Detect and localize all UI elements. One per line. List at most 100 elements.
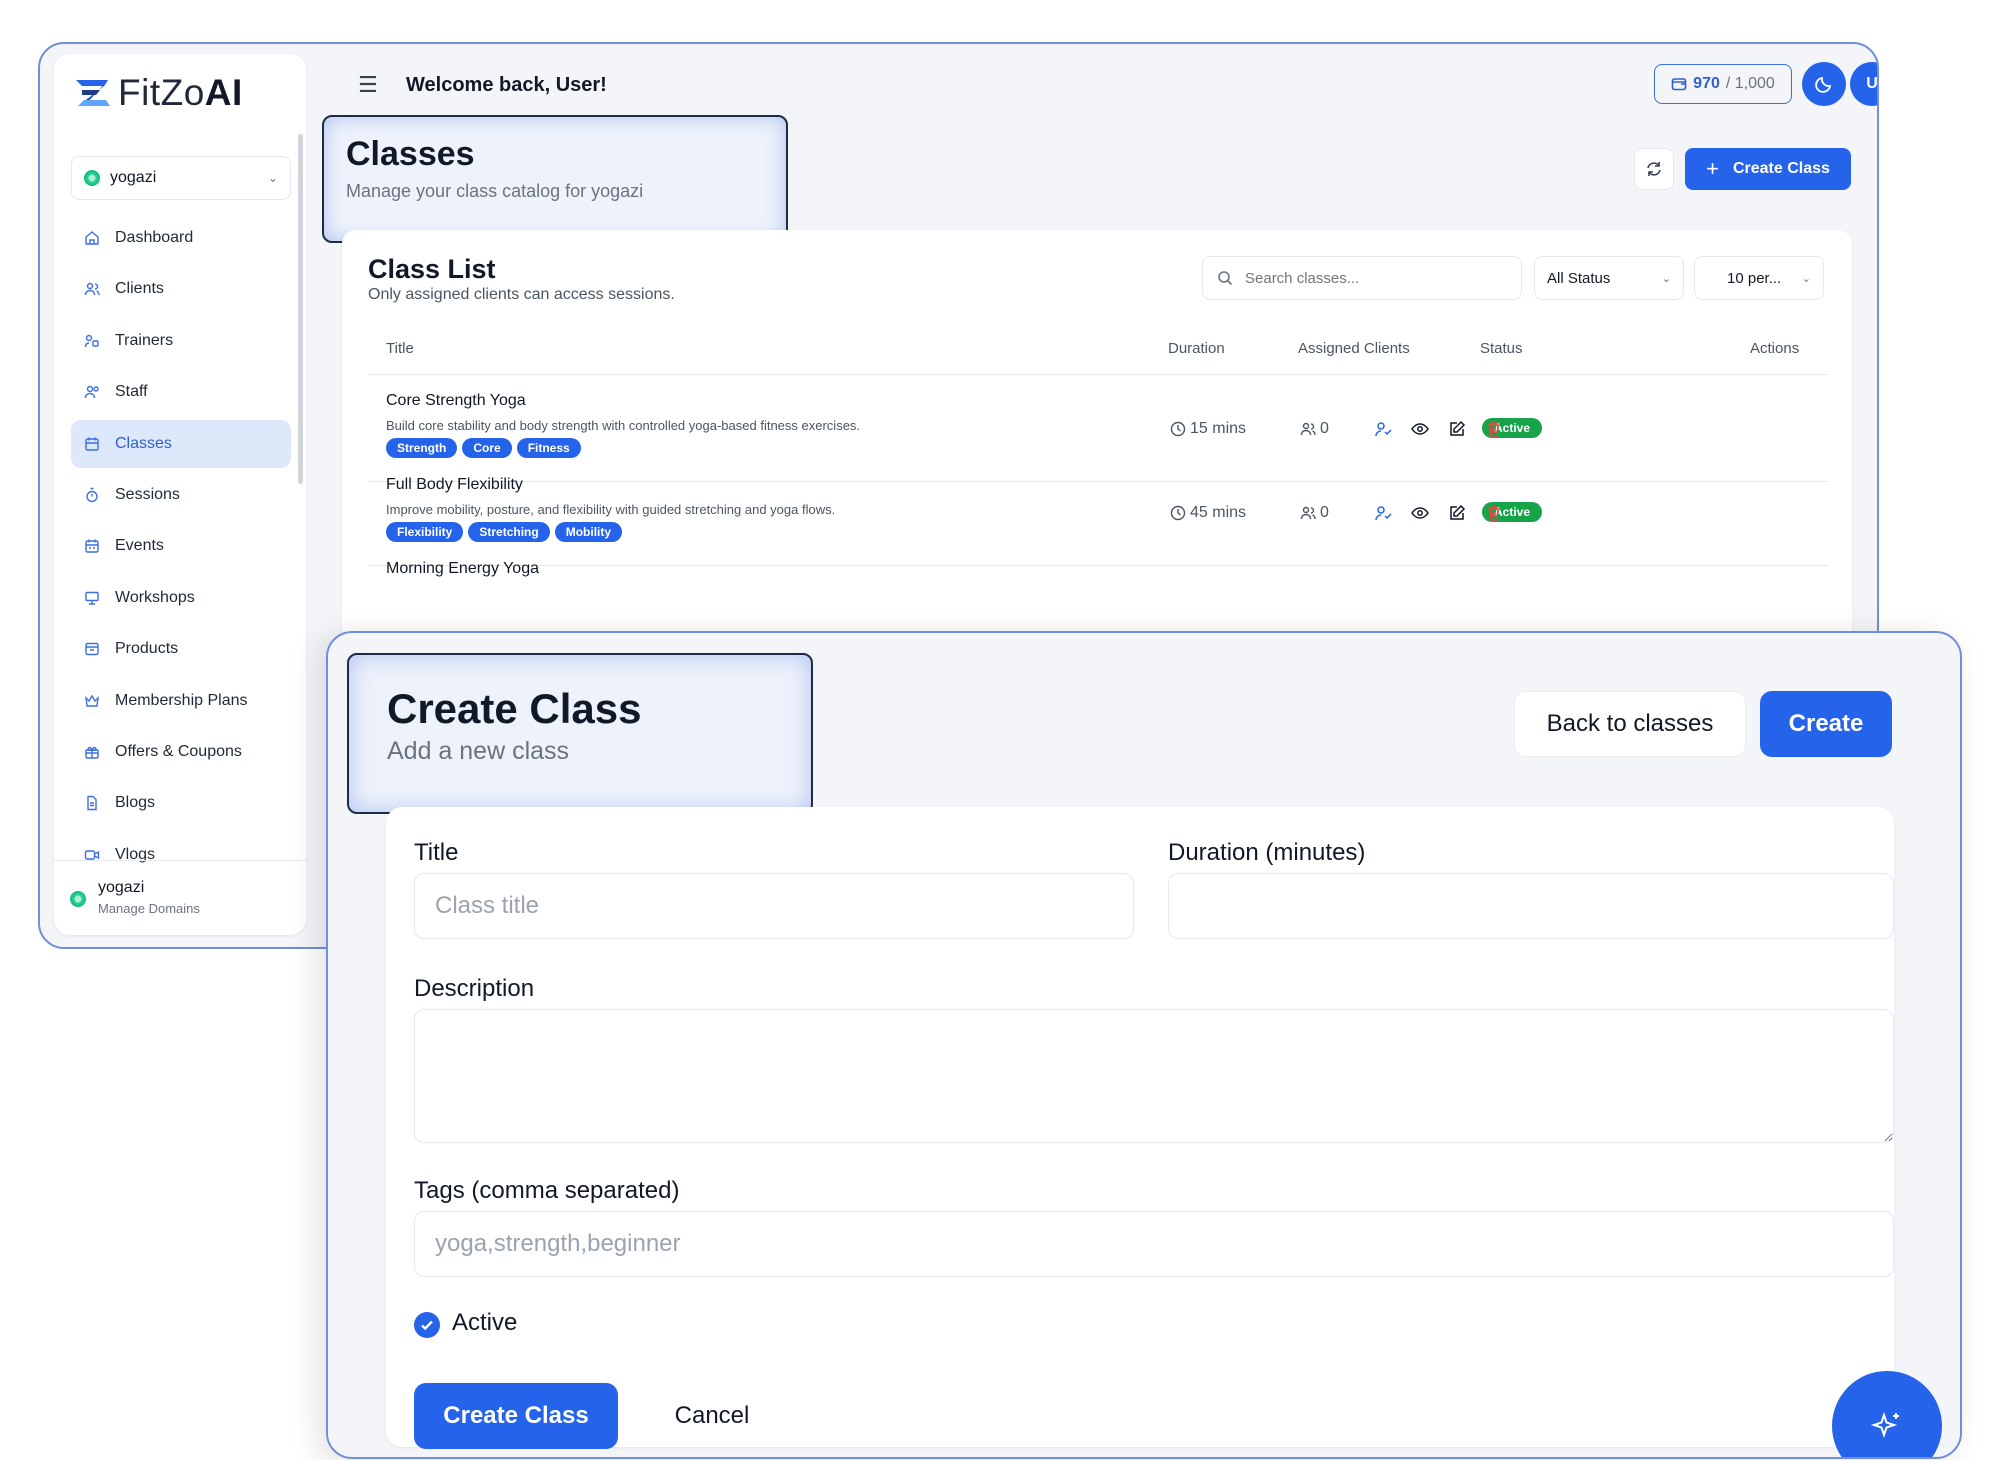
sidebar-item-label: Staff	[115, 383, 148, 401]
tenant-name: yogazi	[110, 169, 157, 186]
sidebar-item-dashboard[interactable]: Dashboard	[71, 214, 291, 262]
eye-button[interactable]	[1409, 418, 1431, 440]
sidebar-item-blogs[interactable]: Blogs	[71, 779, 291, 827]
duration-input[interactable]	[1168, 873, 1894, 939]
tenant-select[interactable]: yogazi ⌄	[71, 156, 291, 200]
class-tags: Strength Core Fitness	[386, 438, 581, 458]
refresh-button[interactable]	[1634, 148, 1674, 190]
user-avatar[interactable]: U	[1850, 62, 1877, 106]
calendar-icon	[83, 435, 101, 453]
edit-button[interactable]	[1446, 502, 1468, 524]
logo-text: FitZoAI	[118, 72, 243, 113]
menu-icon[interactable]: ☰	[358, 72, 378, 98]
create-class-title: Create Class	[387, 685, 642, 732]
class-tags: Flexibility Stretching Mobility	[386, 522, 623, 542]
assign-client-button[interactable]	[1372, 502, 1394, 524]
create-button[interactable]: Create	[1760, 691, 1892, 757]
sidebar-item-label: Trainers	[115, 331, 174, 349]
credits-badge[interactable]: 970 / 1,000	[1654, 64, 1792, 104]
search-icon	[1218, 271, 1233, 286]
users-icon	[1300, 506, 1316, 520]
document-icon	[83, 794, 101, 812]
title-input[interactable]	[414, 873, 1134, 939]
domain-switcher[interactable]: yogazi Manage Domains	[54, 860, 306, 935]
app-logo[interactable]: FitZoAI	[74, 72, 243, 114]
refresh-icon	[1647, 162, 1661, 176]
sidebar-item-label: Workshops	[115, 588, 195, 606]
assigned-clients: 0	[1300, 504, 1329, 522]
class-list-title: Class List	[368, 254, 496, 284]
sidebar-item-label: Offers & Coupons	[115, 742, 242, 760]
sidebar-item-label: Clients	[115, 280, 164, 298]
assign-client-button[interactable]	[1372, 418, 1394, 440]
cancel-button[interactable]: Cancel	[642, 1383, 782, 1449]
theme-toggle-button[interactable]	[1802, 62, 1846, 106]
clock-icon	[1170, 505, 1186, 521]
search-input[interactable]	[1245, 269, 1485, 287]
sidebar-item-events[interactable]: Events	[71, 522, 291, 570]
footer-tenant-name: yogazi	[98, 879, 145, 896]
page-title: Classes	[346, 135, 475, 173]
sidebar-item-membership-plans[interactable]: Membership Plans	[71, 677, 291, 725]
trainer-icon	[83, 332, 101, 350]
staff-icon	[83, 383, 101, 401]
back-to-classes-button[interactable]: Back to classes	[1514, 691, 1746, 757]
sidebar-item-label: Dashboard	[115, 229, 194, 246]
chevron-down-icon: ⌄	[1661, 272, 1671, 285]
sidebar-item-staff[interactable]: Staff	[71, 368, 291, 416]
users-icon	[83, 280, 101, 298]
active-checkbox[interactable]	[414, 1312, 440, 1338]
create-class-header: Create Class Add a new class	[347, 653, 813, 814]
tag-badge: Fitness	[516, 438, 581, 458]
class-description: Improve mobility, posture, and flexibili…	[386, 502, 836, 517]
class-title[interactable]: Morning Energy Yoga	[386, 560, 539, 578]
eye-icon	[1411, 507, 1429, 519]
box-icon	[83, 640, 101, 658]
class-title[interactable]: Core Strength Yoga	[386, 392, 526, 410]
page-size-select[interactable]: 10 per... ⌄	[1694, 256, 1824, 300]
edit-button[interactable]	[1446, 418, 1468, 440]
class-list-subtitle: Only assigned clients can access session…	[368, 286, 675, 303]
sidebar-item-label: Membership Plans	[115, 691, 248, 709]
calendar-event-icon	[83, 537, 101, 555]
search-field[interactable]	[1202, 256, 1522, 300]
sidebar-item-clients[interactable]: Clients	[71, 265, 291, 313]
trash-button[interactable]	[1483, 502, 1505, 524]
tenant-logo-icon	[70, 891, 86, 907]
sidebar-item-label: Classes	[115, 434, 172, 452]
sidebar-item-classes[interactable]: Classes	[71, 419, 291, 468]
status-filter-select[interactable]: All Status ⌄	[1534, 256, 1684, 300]
welcome-message: Welcome back, User!	[406, 74, 607, 96]
status-filter-value: All Status	[1547, 269, 1611, 287]
duration-value: 15 mins	[1190, 420, 1247, 437]
tag-badge: Flexibility	[386, 522, 464, 542]
active-label[interactable]: Active	[452, 1309, 517, 1337]
trash-button[interactable]	[1483, 418, 1505, 440]
tags-input[interactable]	[414, 1211, 1894, 1277]
tag-badge: Mobility	[554, 522, 623, 542]
class-duration: 15 mins	[1170, 420, 1246, 438]
create-class-button[interactable]: + Create Class	[1685, 148, 1851, 190]
sidebar-item-offers-coupons[interactable]: Offers & Coupons	[71, 728, 291, 776]
sidebar-item-products[interactable]: Products	[71, 625, 291, 673]
credits-total: / 1,000	[1725, 75, 1775, 92]
trash-icon	[1488, 506, 1500, 521]
sidebar-item-trainers[interactable]: Trainers	[71, 317, 291, 365]
column-header-status[interactable]: Status	[1480, 340, 1523, 357]
create-class-window: Create Class Add a new class Back to cla…	[326, 631, 1962, 1459]
sidebar-item-sessions[interactable]: Sessions	[71, 471, 291, 519]
eye-button[interactable]	[1409, 502, 1431, 524]
sidebar-item-workshops[interactable]: Workshops	[71, 574, 291, 622]
sidebar-scrollbar[interactable]	[298, 134, 303, 484]
column-header-duration[interactable]: Duration	[1168, 340, 1225, 357]
clock-icon	[1170, 421, 1186, 437]
column-header-title[interactable]: Title	[386, 340, 414, 357]
class-description: Build core stability and body strength w…	[386, 418, 861, 433]
description-textarea[interactable]	[414, 1009, 1894, 1143]
submit-create-class-button[interactable]: Create Class	[414, 1383, 618, 1449]
manage-domains-link[interactable]: Manage Domains	[98, 901, 200, 916]
users-icon	[1300, 422, 1316, 436]
column-header-assigned-clients[interactable]: Assigned Clients	[1298, 340, 1410, 357]
duration-label: Duration (minutes)	[1168, 839, 1366, 866]
class-title[interactable]: Full Body Flexibility	[386, 476, 523, 494]
